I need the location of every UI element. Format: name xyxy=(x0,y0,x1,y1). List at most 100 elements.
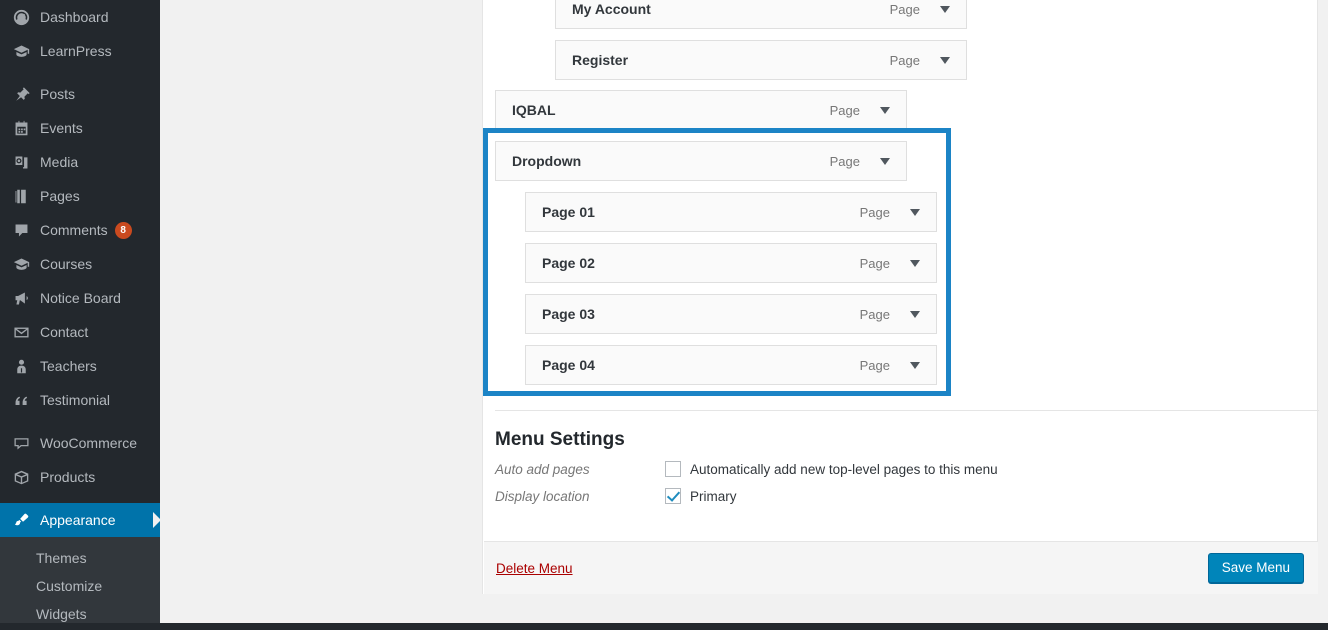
menu-item-type: Page xyxy=(890,2,920,17)
sidebar-item-pages[interactable]: Pages xyxy=(0,179,160,213)
comment-icon xyxy=(11,220,31,240)
menu-item-type: Page xyxy=(860,205,890,220)
sidebar-group-appearance: Appearance Themes Customize Widgets xyxy=(0,503,160,623)
menu-row[interactable]: Dropdown Page xyxy=(495,141,907,181)
sidebar-item-testimonial[interactable]: Testimonial xyxy=(0,383,160,417)
submenu-item-themes[interactable]: Themes xyxy=(0,544,160,572)
sidebar-group-commerce: WooCommerce Products xyxy=(0,426,160,494)
sidebar-item-label: Testimonial xyxy=(40,392,110,408)
sidebar-item-notice-board[interactable]: Notice Board xyxy=(0,281,160,315)
sidebar-item-comments[interactable]: Comments 8 xyxy=(0,213,160,247)
chevron-down-icon[interactable] xyxy=(908,358,922,372)
bottom-strip xyxy=(0,623,1328,630)
menu-item-title: IQBAL xyxy=(512,102,830,118)
primary-location-checkbox[interactable] xyxy=(665,488,681,504)
chevron-down-icon[interactable] xyxy=(908,307,922,321)
dashboard-icon xyxy=(11,7,31,27)
menu-item-type: Page xyxy=(830,103,860,118)
menu-item-title: Page 01 xyxy=(542,204,860,220)
menu-settings-title: Menu Settings xyxy=(495,429,1328,451)
menu-row[interactable]: Page 02 Page xyxy=(525,243,937,283)
setting-row-display-location: Display location Primary xyxy=(495,488,1328,504)
sidebar-item-label: Media xyxy=(40,154,78,170)
user-icon xyxy=(11,356,31,376)
sidebar-item-teachers[interactable]: Teachers xyxy=(0,349,160,383)
menu-footer-bar: Delete Menu Save Menu xyxy=(484,541,1318,594)
main-content: My Account Page Register Page IQBAL Page… xyxy=(160,0,1328,623)
chevron-down-icon[interactable] xyxy=(938,53,952,67)
sidebar-item-label: Contact xyxy=(40,324,88,340)
setting-row-auto-add: Auto add pages Automatically add new top… xyxy=(495,461,1328,477)
menu-item-title: Page 02 xyxy=(542,255,860,271)
calendar-icon xyxy=(11,118,31,138)
comments-count-badge: 8 xyxy=(115,222,132,239)
menu-row[interactable]: Page 04 Page xyxy=(525,345,937,385)
sidebar-item-label: Notice Board xyxy=(40,290,121,306)
menu-row[interactable]: My Account Page xyxy=(555,0,967,29)
pages-icon xyxy=(11,186,31,206)
envelope-icon xyxy=(11,322,31,342)
sidebar-item-label: WooCommerce xyxy=(40,435,137,451)
chevron-down-icon[interactable] xyxy=(878,103,892,117)
display-location-control[interactable]: Primary xyxy=(665,488,737,504)
menu-item-type: Page xyxy=(830,154,860,169)
auto-add-pages-control[interactable]: Automatically add new top-level pages to… xyxy=(665,461,998,477)
sidebar-item-courses[interactable]: Courses xyxy=(0,247,160,281)
sidebar-separator xyxy=(0,417,160,426)
delete-menu-link[interactable]: Delete Menu xyxy=(496,561,573,576)
settings-divider xyxy=(495,410,1319,411)
sidebar-item-label: Dashboard xyxy=(40,9,109,25)
sidebar-item-label: LearnPress xyxy=(40,43,112,59)
sidebar-item-posts[interactable]: Posts xyxy=(0,77,160,111)
box-icon xyxy=(11,467,31,487)
chevron-down-icon[interactable] xyxy=(938,2,952,16)
save-menu-button[interactable]: Save Menu xyxy=(1208,553,1304,583)
menu-row[interactable]: Page 01 Page xyxy=(525,192,937,232)
menu-item-type: Page xyxy=(890,53,920,68)
sidebar-item-label: Pages xyxy=(40,188,80,204)
menu-settings-section: Menu Settings Auto add pages Automatical… xyxy=(495,410,1328,515)
brush-icon xyxy=(11,510,31,530)
sidebar-item-products[interactable]: Products xyxy=(0,460,160,494)
sidebar-item-contact[interactable]: Contact xyxy=(0,315,160,349)
megaphone-icon xyxy=(11,288,31,308)
sidebar-item-events[interactable]: Events xyxy=(0,111,160,145)
sidebar-item-label: Events xyxy=(40,120,83,136)
sidebar-item-label: Appearance xyxy=(40,512,116,528)
pin-icon xyxy=(11,84,31,104)
sidebar-item-label: Courses xyxy=(40,256,92,272)
menu-item-type: Page xyxy=(860,307,890,322)
sidebar-item-label: Posts xyxy=(40,86,75,102)
submenu-item-widgets[interactable]: Widgets xyxy=(0,600,160,623)
graduation-cap-icon xyxy=(11,41,31,61)
auto-add-pages-label: Auto add pages xyxy=(495,461,665,477)
chevron-down-icon[interactable] xyxy=(908,256,922,270)
menu-item-title: Page 03 xyxy=(542,306,860,322)
submenu-item-customize[interactable]: Customize xyxy=(0,572,160,600)
media-icon xyxy=(11,152,31,172)
menu-item-title: Register xyxy=(572,52,890,68)
menu-row[interactable]: Register Page xyxy=(555,40,967,80)
menu-row[interactable]: IQBAL Page xyxy=(495,90,907,130)
menu-item-type: Page xyxy=(860,256,890,271)
sidebar-item-label: Products xyxy=(40,469,95,485)
sidebar-separator xyxy=(0,68,160,77)
menu-row[interactable]: Page 03 Page xyxy=(525,294,937,334)
sidebar-item-media[interactable]: Media xyxy=(0,145,160,179)
sidebar-item-dashboard[interactable]: Dashboard xyxy=(0,0,160,34)
sidebar-group-content: Posts Events Media Pages Comments 8 xyxy=(0,77,160,417)
menu-item-type: Page xyxy=(860,358,890,373)
sidebar-item-learnpress[interactable]: LearnPress xyxy=(0,34,160,68)
sidebar-item-woocommerce[interactable]: WooCommerce xyxy=(0,426,160,460)
sidebar-item-appearance[interactable]: Appearance xyxy=(0,503,160,537)
auto-add-pages-checkbox[interactable] xyxy=(665,461,681,477)
sidebar-group-main: Dashboard LearnPress xyxy=(0,0,160,68)
chevron-down-icon[interactable] xyxy=(908,205,922,219)
menu-item-title: Page 04 xyxy=(542,357,860,373)
chevron-down-icon[interactable] xyxy=(878,154,892,168)
nav-menus-panel: My Account Page Register Page IQBAL Page… xyxy=(482,0,1318,594)
appearance-submenu: Themes Customize Widgets xyxy=(0,537,160,623)
auto-add-pages-text: Automatically add new top-level pages to… xyxy=(690,462,998,477)
menu-item-title: My Account xyxy=(572,1,890,17)
woo-icon xyxy=(11,433,31,453)
